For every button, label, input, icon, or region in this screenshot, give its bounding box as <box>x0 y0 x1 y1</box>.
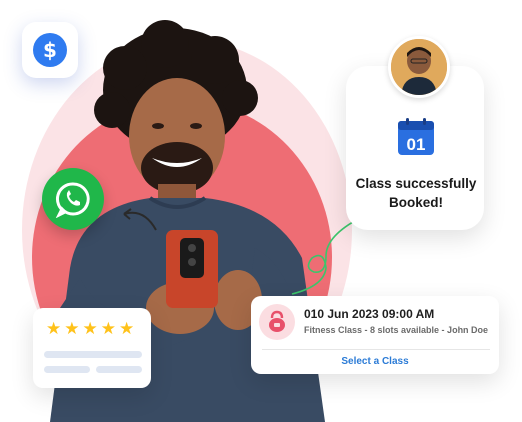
star-icon: ★ <box>64 319 80 339</box>
decorative-swirl <box>291 217 361 295</box>
booking-message-line1: Class successfully <box>355 176 477 191</box>
dollar-icon: $ <box>33 33 67 67</box>
star-rating: ★ ★ ★ ★ ★ <box>46 320 134 338</box>
calendar-date: 01 <box>407 135 426 154</box>
booking-message-line2: Booked! <box>389 195 443 210</box>
booking-message: Class successfully Booked! <box>350 174 482 212</box>
hero-illustration: $ 01 Class successfully Booked! ★ ★ ★ ★ … <box>0 0 522 422</box>
avatar-portrait <box>391 39 447 95</box>
avatar <box>388 36 450 98</box>
whatsapp-icon <box>42 168 104 230</box>
star-icon: ★ <box>82 319 98 339</box>
star-icon: ★ <box>46 319 62 339</box>
dollar-badge: $ <box>22 22 78 78</box>
pointer-arrow-icon <box>123 208 157 231</box>
placeholder-line <box>44 351 142 358</box>
placeholder-line <box>96 366 142 373</box>
star-icon: ★ <box>119 319 135 339</box>
slot-description: Fitness Class - 8 slots available - John… <box>304 325 489 335</box>
placeholder-line <box>44 366 90 373</box>
calendar-icon: 01 <box>396 117 436 157</box>
divider <box>262 349 490 350</box>
star-icon: ★ <box>100 319 116 339</box>
whatsapp-glyph <box>55 182 90 218</box>
select-class-link[interactable]: Select a Class <box>251 356 499 367</box>
slot-datetime: 010 Jun 2023 09:00 AM <box>304 307 435 321</box>
kettlebell-icon <box>259 304 295 340</box>
